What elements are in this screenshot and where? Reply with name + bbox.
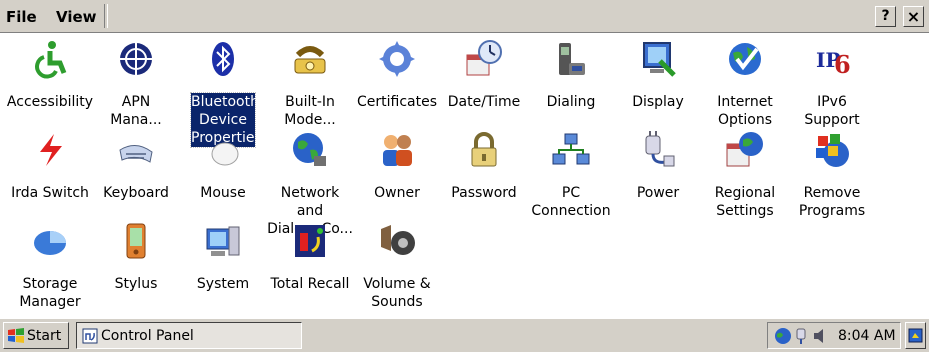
- item-label: Irda Switch: [11, 185, 89, 201]
- irda-icon: [40, 134, 62, 166]
- system-icon: [206, 226, 240, 256]
- menu-separator: [104, 4, 108, 28]
- show-desktop-button[interactable]: [905, 322, 926, 349]
- item-label: Built-In Mode...: [284, 94, 336, 128]
- power-tray-icon[interactable]: [794, 327, 810, 345]
- menu-file[interactable]: File: [6, 8, 37, 26]
- item-label: Volume & Sounds: [363, 276, 431, 310]
- display-icon: [643, 42, 676, 77]
- globe-check-icon: [729, 43, 761, 75]
- pc-connection-icon: [552, 133, 590, 165]
- regional-settings-icon: [726, 132, 763, 167]
- item-label: Total Recall: [270, 276, 350, 292]
- dialing-icon: [559, 43, 585, 75]
- item-label: PC Connection: [531, 185, 611, 219]
- apn-icon: [120, 43, 152, 75]
- item-label: Storage Manager: [19, 276, 81, 310]
- item-label: Password: [451, 185, 517, 201]
- certificates-icon: [379, 41, 415, 77]
- menu-bar: File View ? ×: [0, 0, 929, 33]
- start-label: Start: [27, 328, 62, 344]
- control-panel-icon: [82, 328, 98, 344]
- stylus-icon: [126, 223, 146, 259]
- bluetooth-icon: [212, 42, 234, 76]
- desktop-icon: [908, 328, 923, 343]
- control-panel-task-button[interactable]: Control Panel: [76, 322, 302, 349]
- item-label: Remove Programs: [798, 185, 866, 219]
- item-label: Owner: [374, 185, 420, 201]
- menu-view[interactable]: View: [56, 8, 97, 26]
- storage-icon: [34, 231, 66, 255]
- owner-icon: [383, 135, 412, 166]
- item-label: Dialing: [546, 94, 596, 110]
- item-label: APN Mana...: [110, 94, 162, 128]
- item-label: Power: [636, 185, 680, 201]
- start-button[interactable]: Start: [3, 322, 69, 349]
- item-label: System: [196, 276, 250, 292]
- power-plug-icon: [645, 131, 675, 167]
- control-panel-items: Accessibility APN Mana... Bluetooth Device…: [0, 33, 929, 317]
- network-globe-icon: [293, 133, 326, 166]
- item-label: Regional Settings: [714, 185, 776, 219]
- item-label: Date/Time: [447, 94, 521, 110]
- item-label: Certificates: [356, 94, 437, 110]
- system-tray: 8:04 AM: [767, 322, 901, 349]
- clock-time[interactable]: 8:04 AM: [838, 328, 896, 344]
- windows-flag-icon: [8, 328, 24, 343]
- phone-modem-icon: [294, 46, 326, 74]
- mouse-icon: [211, 142, 239, 166]
- item-label: Display: [632, 94, 684, 110]
- item-label: Accessibility: [6, 94, 94, 110]
- remove-programs-icon: [816, 134, 849, 167]
- keyboard-icon: [119, 145, 153, 163]
- help-button[interactable]: ?: [875, 6, 896, 27]
- taskbar: Start Control Panel 8:04 AM: [0, 318, 929, 352]
- clock-calendar-icon: [466, 40, 502, 76]
- ipv6-icon: IP 6: [816, 48, 851, 79]
- task-label: Control Panel: [101, 328, 194, 344]
- speaker-icon: [381, 225, 415, 255]
- password-lock-icon: [471, 132, 497, 167]
- network-tray-icon[interactable]: [774, 327, 792, 345]
- accessibility-icon: [35, 41, 67, 79]
- item-label: Mouse: [200, 185, 246, 201]
- svg-text:6: 6: [834, 50, 851, 79]
- item-label: Keyboard: [103, 185, 169, 201]
- close-button[interactable]: ×: [903, 6, 924, 27]
- volume-tray-icon[interactable]: [812, 327, 826, 345]
- item-label: IPv6 Support: [804, 94, 860, 128]
- item-label: Stylus: [114, 276, 158, 292]
- total-recall-icon: [295, 225, 325, 257]
- item-label: Internet Options: [717, 94, 773, 128]
